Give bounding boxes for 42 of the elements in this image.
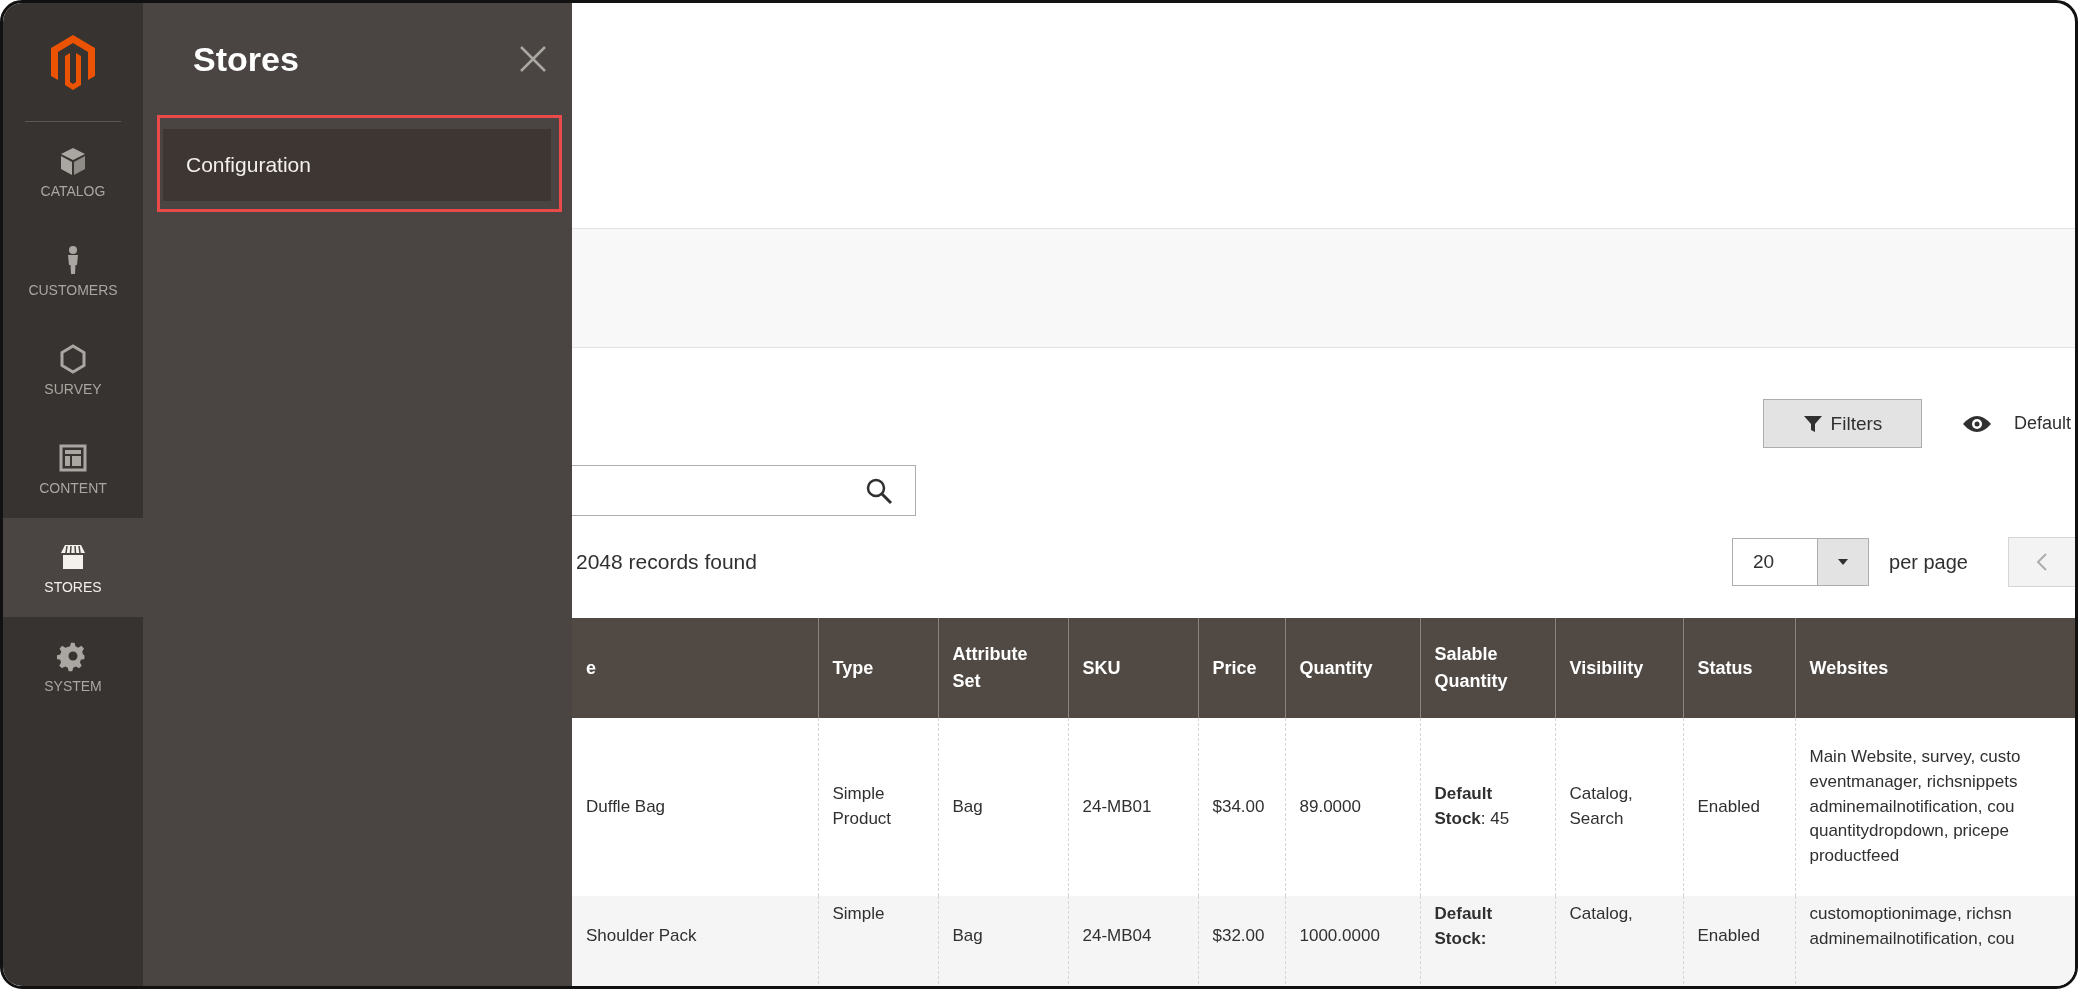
- column-header[interactable]: Attribute Set: [938, 618, 1068, 718]
- records-count: 2048 records found: [575, 550, 758, 574]
- eye-icon[interactable]: [1961, 413, 1992, 434]
- nav-item[interactable]: SYSTEM: [3, 617, 143, 716]
- table-cell: 1000.0000: [1285, 896, 1420, 986]
- table-cell: customoptionimage, richsn adminemailnotification, cou: [1795, 896, 2075, 986]
- table-cell: 24-MB04: [1068, 896, 1198, 986]
- table-cell: $32.00: [1198, 896, 1285, 986]
- close-icon[interactable]: [518, 44, 548, 74]
- column-header[interactable]: Quantity: [1285, 618, 1420, 718]
- column-header[interactable]: e: [572, 618, 818, 718]
- column-header[interactable]: Salable Quantity: [1420, 618, 1555, 718]
- nav-item[interactable]: CUSTOMERS: [3, 221, 143, 320]
- filter-icon: [1802, 413, 1823, 434]
- nav-item[interactable]: STORES: [3, 518, 143, 617]
- nav-item[interactable]: CATALOG: [3, 122, 143, 221]
- chevron-left-icon: [2036, 552, 2048, 572]
- table-cell: Simple: [818, 896, 938, 986]
- column-header[interactable]: SKU: [1068, 618, 1198, 718]
- table-cell: Enabled: [1683, 896, 1795, 986]
- column-header[interactable]: Websites: [1795, 618, 2075, 718]
- filters-button[interactable]: Filters: [1762, 399, 1922, 448]
- nav-item[interactable]: CONTENT: [3, 419, 143, 518]
- search-field[interactable]: [572, 465, 916, 516]
- flyout-title: Stores: [193, 39, 299, 79]
- menu-item[interactable]: Configuration: [163, 129, 551, 201]
- column-header[interactable]: Visibility: [1555, 618, 1683, 718]
- search-icon[interactable]: [865, 476, 893, 505]
- table-cell: Shoulder Pack: [572, 896, 818, 986]
- per-page-select[interactable]: 20: [1732, 538, 1870, 586]
- column-header[interactable]: Status: [1683, 618, 1795, 718]
- view-label[interactable]: Default: [2013, 413, 2071, 434]
- table-cell: Duffle Bag: [572, 718, 818, 896]
- logo-icon: [49, 33, 97, 91]
- column-header[interactable]: Price: [1198, 618, 1285, 718]
- table-cell: Catalog,: [1555, 896, 1683, 986]
- column-header[interactable]: Type: [818, 618, 938, 718]
- nav-item[interactable]: SURVEY: [3, 320, 143, 419]
- table-cell: Bag: [938, 896, 1068, 986]
- table-cell: Default Stock:: [1420, 896, 1555, 986]
- per-page-label: per page: [1889, 550, 1968, 574]
- caret-icon[interactable]: [1838, 559, 1849, 565]
